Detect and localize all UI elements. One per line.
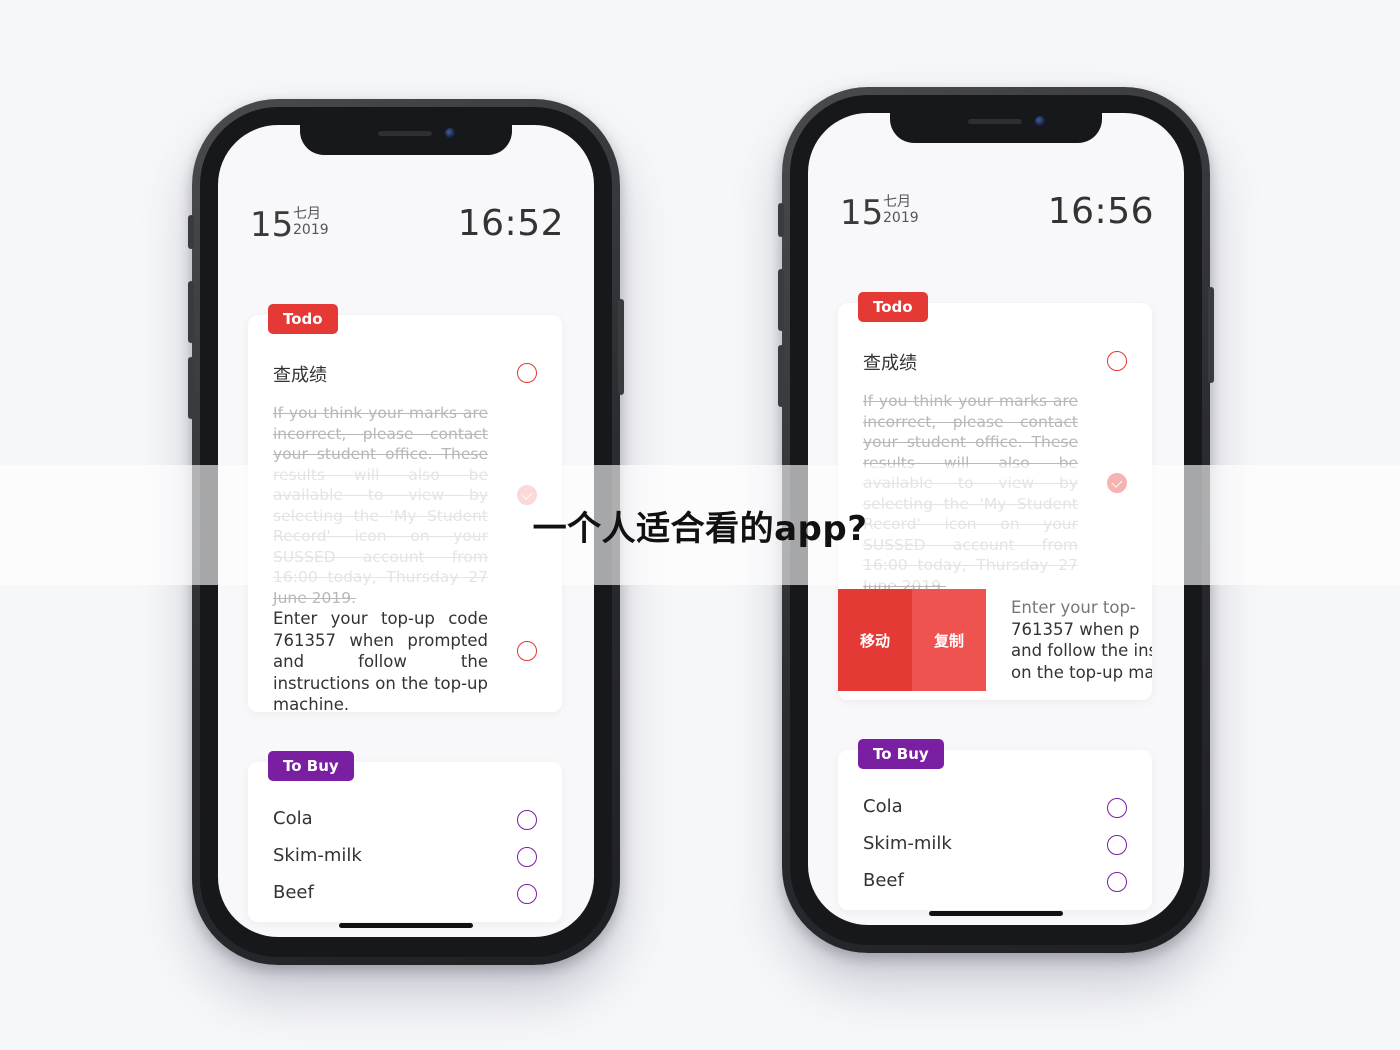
home-indicator[interactable] bbox=[929, 911, 1063, 916]
volume-down-button bbox=[778, 345, 784, 407]
todo-item-line: on the top-up ma bbox=[1011, 662, 1152, 682]
todo-item-topup[interactable]: Enter your top-up code 761357 when promp… bbox=[273, 608, 488, 716]
buy-checkbox[interactable] bbox=[517, 847, 537, 867]
todo-item-swiped[interactable]: 移动 复制 Enter your top- 761357 when p and … bbox=[838, 589, 1152, 691]
date-day: 15 bbox=[250, 205, 294, 245]
buy-checkbox[interactable] bbox=[517, 810, 537, 830]
buy-item[interactable]: Beef bbox=[863, 870, 904, 891]
buy-item[interactable]: Cola bbox=[273, 808, 313, 829]
buy-checkbox[interactable] bbox=[517, 884, 537, 904]
date-month-year: 七月 2019 bbox=[293, 206, 329, 238]
date-day: 15 bbox=[840, 193, 884, 233]
clock-time: 16:56 bbox=[1047, 191, 1154, 232]
todo-tag[interactable]: Todo bbox=[268, 304, 338, 334]
buy-item[interactable]: Skim-milk bbox=[273, 845, 362, 866]
silent-switch bbox=[188, 215, 194, 249]
todo-item-line: and follow the ins bbox=[1011, 641, 1152, 660]
home-indicator[interactable] bbox=[339, 923, 473, 928]
power-button bbox=[618, 299, 624, 395]
todo-checkbox[interactable] bbox=[1107, 351, 1127, 371]
camera-icon bbox=[445, 128, 455, 138]
caption-band: 一个人适合看的app? bbox=[0, 465, 1400, 585]
speaker-icon bbox=[968, 119, 1022, 124]
to-buy-card: To Buy Cola Skim-milk Beef bbox=[838, 739, 1152, 910]
todo-tag[interactable]: Todo bbox=[858, 292, 928, 322]
notch bbox=[890, 113, 1102, 143]
volume-up-button bbox=[778, 269, 784, 331]
date-year: 2019 bbox=[883, 210, 919, 226]
caption-text: 一个人适合看的app? bbox=[532, 508, 868, 549]
todo-checkbox[interactable] bbox=[517, 363, 537, 383]
clock-time: 16:52 bbox=[457, 203, 564, 244]
volume-up-button bbox=[188, 281, 194, 343]
todo-item-line: 761357 when p bbox=[1011, 619, 1140, 639]
todo-checkbox[interactable] bbox=[517, 641, 537, 661]
silent-switch bbox=[778, 203, 784, 237]
date-month: 七月 bbox=[883, 194, 911, 210]
speaker-icon bbox=[378, 131, 432, 136]
date-year: 2019 bbox=[293, 222, 329, 238]
to-buy-tag[interactable]: To Buy bbox=[268, 751, 354, 781]
date-month: 七月 bbox=[293, 206, 321, 222]
todo-item-line: Enter your top- bbox=[1011, 598, 1136, 617]
volume-down-button bbox=[188, 357, 194, 419]
todo-item-topup[interactable]: Enter your top- 761357 when p and follow… bbox=[1011, 597, 1152, 683]
power-button bbox=[1208, 287, 1214, 383]
todo-item-title[interactable]: 查成绩 bbox=[863, 349, 917, 375]
copy-action-button[interactable]: 复制 bbox=[912, 589, 986, 691]
buy-item[interactable]: Beef bbox=[273, 882, 314, 903]
date-month-year: 七月 2019 bbox=[883, 194, 919, 226]
todo-item-title[interactable]: 查成绩 bbox=[273, 361, 327, 387]
buy-checkbox[interactable] bbox=[1107, 872, 1127, 892]
buy-checkbox[interactable] bbox=[1107, 835, 1127, 855]
notch bbox=[300, 125, 512, 155]
to-buy-tag[interactable]: To Buy bbox=[858, 739, 944, 769]
move-action-button[interactable]: 移动 bbox=[838, 589, 912, 691]
buy-item[interactable]: Skim-milk bbox=[863, 833, 952, 854]
buy-item[interactable]: Cola bbox=[863, 796, 903, 817]
to-buy-card: To Buy Cola Skim-milk Beef bbox=[248, 751, 562, 922]
buy-checkbox[interactable] bbox=[1107, 798, 1127, 818]
camera-icon bbox=[1035, 116, 1045, 126]
